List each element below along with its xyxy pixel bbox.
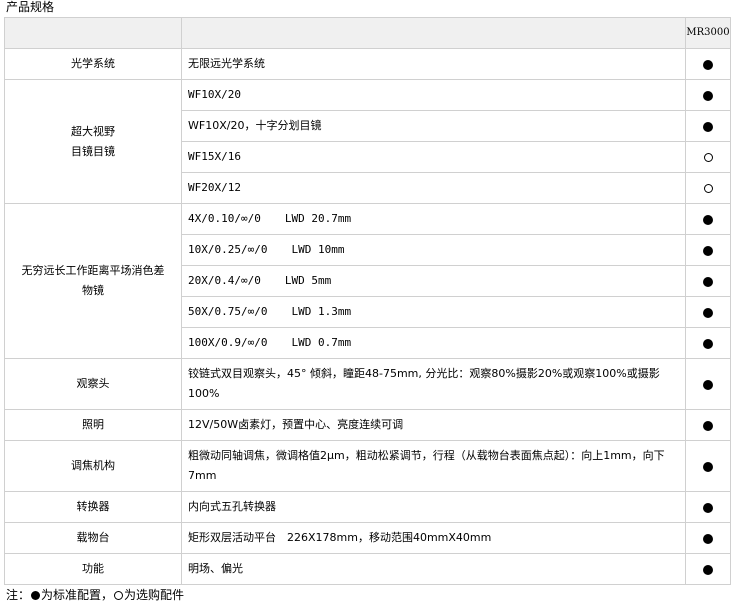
mark-cell (685, 79, 731, 111)
standard-dot-icon (703, 379, 713, 390)
objective-lwd: LWD 0.7mm (291, 336, 352, 349)
category-optical-system: 光学系统 (4, 48, 182, 80)
table-row: 照明 12V/50W卤素灯，预置中心、亮度连续可调 (4, 409, 731, 441)
spec-cell: 内向式五孔转换器 (181, 491, 686, 523)
spec-cell: 铰链式双目观察头，45° 倾斜，瞳距48-75mm, 分光比：观察80%摄影20… (181, 358, 686, 410)
table-row: 光学系统 无限远光学系统 (4, 48, 731, 80)
standard-dot-icon (703, 307, 713, 318)
category-head: 观察头 (4, 358, 182, 410)
objective-lwd: LWD 20.7mm (284, 212, 352, 225)
category-line: 超大视野 (71, 124, 115, 138)
standard-dot-icon (703, 245, 713, 256)
mark-cell (685, 553, 731, 585)
standard-dot-icon (703, 121, 713, 132)
mark-cell (685, 203, 731, 235)
standard-dot-icon (703, 564, 713, 575)
spec-cell: 矩形双层活动平台 226X178mm，移动范围40mmX40mm (181, 522, 686, 554)
category-line: 物镜 (82, 284, 104, 297)
table-row: 功能 明场、偏光 (4, 553, 731, 585)
objective-spec: 20X/0.4/∞/0 (188, 274, 261, 287)
standard-dot-icon (703, 90, 713, 101)
spec-cell: WF20X/12 (181, 172, 686, 204)
objective-spec: 50X/0.75/∞/0 (188, 305, 268, 318)
mark-cell (685, 296, 731, 328)
optional-circle-icon (114, 590, 124, 600)
standard-dot-icon (703, 276, 713, 287)
objective-spec: 10X/0.25/∞/0 (188, 243, 268, 256)
spec-cell: 50X/0.75/∞/0 LWD 1.3mm (181, 296, 686, 328)
header-empty-cell (181, 17, 686, 49)
table-row: 转换器 内向式五孔转换器 (4, 491, 731, 523)
footnote: 注： 为标准配置， 为选购配件 (6, 588, 184, 602)
page-title: 产品规格 (6, 0, 55, 14)
category-stage: 载物台 (4, 522, 182, 554)
spec-cell: WF10X/20 (181, 79, 686, 111)
category-function: 功能 (4, 553, 182, 585)
category-illumination: 照明 (4, 409, 182, 441)
optional-circle-icon (703, 184, 713, 193)
spec-cell: 粗微动同轴调焦，微调格值2μm，粗动松紧调节，行程（从载物台表面焦点起）：向上1… (181, 440, 686, 492)
category-objective: 无穷远长工作距离平场消色差 物镜 (4, 203, 182, 359)
table-row: 超大视野 目镜目镜 WF10X/20 (4, 79, 731, 204)
standard-dot-icon (703, 502, 713, 513)
standard-dot-icon (31, 590, 41, 600)
table-row: 载物台 矩形双层活动平台 226X178mm，移动范围40mmX40mm (4, 522, 731, 554)
spec-cell: 4X/0.10/∞/0 LWD 20.7mm (181, 203, 686, 235)
mark-cell (685, 234, 731, 266)
standard-dot-icon (703, 338, 713, 349)
spec-cell: 12V/50W卤素灯，预置中心、亮度连续可调 (181, 409, 686, 441)
category-line: 无穷远长工作距离平场消色差 (21, 264, 165, 277)
spec-cell: WF10X/20，十字分划目镜 (181, 110, 686, 142)
objective-lwd: LWD 5mm (284, 274, 332, 287)
standard-dot-icon (703, 59, 713, 70)
mark-cell (685, 327, 731, 359)
spec-cell: 20X/0.4/∞/0 LWD 5mm (181, 265, 686, 297)
category-line: 目镜目镜 (71, 144, 115, 158)
model-name: MR3000 (686, 27, 730, 38)
mark-cell (685, 265, 731, 297)
note-prefix: 注： (6, 588, 31, 602)
standard-dot-icon (703, 461, 713, 472)
objective-spec: 100X/0.9/∞/0 (188, 336, 268, 349)
spec-cell: 无限远光学系统 (181, 48, 686, 80)
mark-cell (685, 409, 731, 441)
spec-table: MR3000 光学系统 无限远光学系统 超大视野 目镜目镜 WF10X/20 W… (4, 17, 731, 585)
standard-dot-icon (703, 533, 713, 544)
category-focus: 调焦机构 (4, 440, 182, 492)
mark-cell (685, 491, 731, 523)
spec-cell: 10X/0.25/∞/0 LWD 10mm (181, 234, 686, 266)
standard-dot-icon (703, 214, 713, 225)
standard-dot-icon (703, 420, 713, 431)
mark-cell (685, 522, 731, 554)
mark-cell (685, 172, 731, 204)
objective-lwd: LWD 10mm (291, 243, 345, 256)
spec-cell: WF15X/16 (181, 141, 686, 173)
category-eyepiece: 超大视野 目镜目镜 (4, 79, 182, 204)
mark-cell (685, 358, 731, 410)
table-row: 调焦机构 粗微动同轴调焦，微调格值2μm，粗动松紧调节，行程（从载物台表面焦点起… (4, 440, 731, 492)
table-header-row: MR3000 (4, 17, 731, 49)
table-row: 无穷远长工作距离平场消色差 物镜 4X/0.10/∞/0 LWD 20.7mm (4, 203, 731, 359)
header-empty-cell (4, 17, 182, 49)
table-row: 观察头 铰链式双目观察头，45° 倾斜，瞳距48-75mm, 分光比：观察80%… (4, 358, 731, 410)
category-nosepiece: 转换器 (4, 491, 182, 523)
mark-cell (685, 48, 731, 80)
mark-cell (685, 110, 731, 142)
spec-cell: 100X/0.9/∞/0 LWD 0.7mm (181, 327, 686, 359)
header-model-cell: MR3000 (685, 17, 731, 49)
note-optional-text: 为选购配件 (124, 588, 185, 602)
mark-cell (685, 141, 731, 173)
spec-cell: 明场、偏光 (181, 553, 686, 585)
mark-cell (685, 440, 731, 492)
optional-circle-icon (703, 153, 713, 162)
objective-lwd: LWD 1.3mm (291, 305, 352, 318)
note-standard-text: 为标准配置， (41, 588, 114, 602)
objective-spec: 4X/0.10/∞/0 (188, 212, 261, 225)
